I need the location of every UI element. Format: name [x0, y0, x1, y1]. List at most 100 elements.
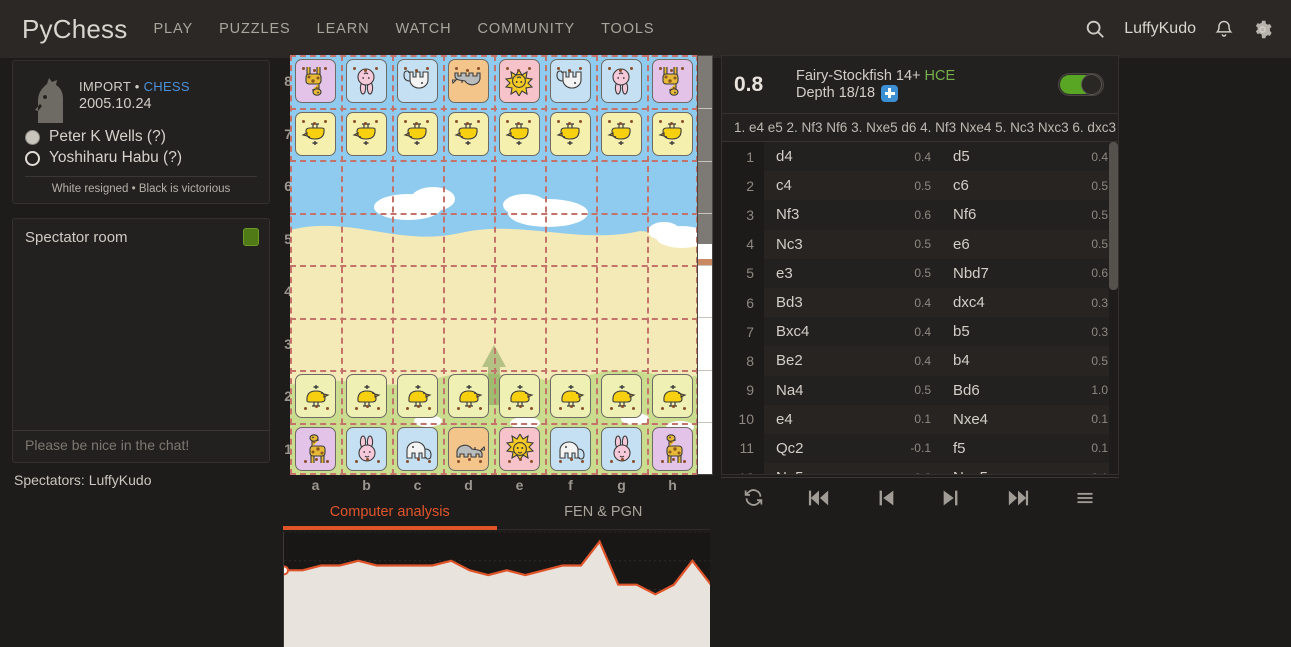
white-move-san[interactable]: Qc2 [776, 440, 804, 457]
white-move-cell[interactable]: Nc3 0.5 [764, 230, 941, 259]
engine-toggle-switch[interactable] [1058, 73, 1104, 96]
square-d2[interactable] [443, 370, 494, 423]
black-pawn-chick-icon[interactable] [346, 111, 387, 156]
white-move-san[interactable]: Nf3 [776, 206, 799, 223]
move-row[interactable]: 9 Na4 0.5 Bd6 1.0 [722, 375, 1118, 405]
black-move-san[interactable]: Nbd7 [953, 265, 989, 282]
square-h8[interactable] [647, 55, 698, 108]
move-row[interactable]: 12 Ne5 0.6Nxe50.1 [722, 463, 1118, 474]
move-row[interactable]: 7 Bxc4 0.4 b5 0.3 [722, 317, 1118, 347]
black-move-san[interactable]: Nf6 [953, 206, 976, 223]
principal-variation-line[interactable]: 1. e4 e5 2. Nf3 Nf6 3. Nxe5 d6 4. Nf3 Nx… [722, 114, 1118, 142]
black-player-row[interactable]: Yoshiharu Habu (?) [25, 149, 257, 167]
black-move-cell[interactable]: e6 0.5 [941, 230, 1118, 259]
white-pawn-chick-icon[interactable] [397, 374, 438, 418]
black-move-san[interactable]: d5 [953, 148, 970, 165]
white-move-cell[interactable]: e4 0.1 [764, 405, 941, 434]
black-move-san[interactable]: b4 [953, 352, 970, 369]
move-row[interactable]: 10 e4 0.1 Nxe4 0.1 [722, 404, 1118, 434]
white-move-cell[interactable]: Qc2 -0.1 [764, 434, 941, 463]
move-row[interactable]: 6 Bd3 0.4 dxc4 0.3 [722, 287, 1118, 318]
last-move-button[interactable] [1006, 487, 1030, 509]
black-move-san[interactable]: Nxe5 [953, 469, 988, 474]
white-move-san[interactable]: e4 [776, 411, 793, 428]
square-b1[interactable] [341, 423, 392, 476]
move-row[interactable]: 3 Nf3 0.6 Nf6 0.5 [722, 200, 1118, 230]
square-b7[interactable] [341, 108, 392, 161]
square-h1[interactable] [647, 423, 698, 476]
black-pawn-chick-icon[interactable] [448, 111, 489, 156]
black-move-cell[interactable]: b5 0.3 [941, 317, 1118, 346]
black-pawn-chick-icon[interactable] [652, 111, 693, 156]
square-e8[interactable] [494, 55, 545, 108]
square-a1[interactable] [290, 423, 341, 476]
black-queen-rhino-icon[interactable] [448, 59, 489, 103]
username-label[interactable]: LuffyKudo [1124, 20, 1196, 38]
evaluation-chart[interactable] [283, 532, 710, 647]
white-pawn-chick-icon[interactable] [652, 374, 693, 418]
black-move-cell[interactable]: Nxe4 0.1 [941, 405, 1118, 434]
white-move-san[interactable]: Bxc4 [776, 323, 809, 340]
white-king-sun-icon[interactable] [499, 426, 540, 471]
black-move-san[interactable]: Nxe4 [953, 411, 988, 428]
move-list-scrollbar[interactable] [1109, 142, 1118, 474]
black-pawn-chick-icon[interactable] [397, 111, 438, 156]
white-move-san[interactable]: Nc3 [776, 236, 803, 253]
white-move-cell[interactable]: Be2 0.4 [764, 346, 941, 375]
white-move-san[interactable]: d4 [776, 148, 793, 165]
black-rook-giraffe-icon[interactable] [652, 59, 693, 103]
black-move-san[interactable]: Bd6 [953, 382, 980, 399]
square-d7[interactable] [443, 108, 494, 161]
plus-badge-icon[interactable] [881, 84, 899, 102]
nav-puzzles[interactable]: PUZZLES [219, 21, 291, 37]
black-move-cell[interactable]: b4 0.5 [941, 346, 1118, 375]
black-move-cell[interactable]: Nf6 0.5 [941, 200, 1118, 229]
white-move-cell[interactable]: Bxc4 0.4 [764, 317, 941, 346]
black-move-cell[interactable]: f5 0.1 [941, 434, 1118, 463]
white-move-san[interactable]: c4 [776, 177, 792, 194]
nav-community[interactable]: COMMUNITY [478, 21, 576, 37]
white-move-san[interactable]: Ne5 [776, 469, 804, 474]
bell-icon[interactable] [1214, 18, 1234, 40]
black-move-cell[interactable]: Nbd7 0.6 [941, 259, 1118, 288]
white-player-row[interactable]: Peter K Wells (?) [25, 128, 257, 146]
square-g2[interactable] [596, 370, 647, 423]
chart-current-marker[interactable] [284, 565, 289, 576]
white-move-san[interactable]: Na4 [776, 382, 804, 399]
square-g7[interactable] [596, 108, 647, 161]
square-b2[interactable] [341, 370, 392, 423]
square-d8[interactable] [443, 55, 494, 108]
menu-button[interactable] [1073, 488, 1097, 508]
square-f7[interactable] [545, 108, 596, 161]
chat-toggle-button[interactable] [243, 228, 259, 246]
black-pawn-chick-icon[interactable] [295, 111, 336, 156]
nav-tools[interactable]: TOOLS [601, 21, 654, 37]
square-b8[interactable] [341, 55, 392, 108]
white-bishop-elephant-icon[interactable] [550, 426, 591, 471]
square-f2[interactable] [545, 370, 596, 423]
move-row[interactable]: 2 c4 0.5 c6 0.5 [722, 171, 1118, 201]
black-knight-rabbit-icon[interactable] [601, 59, 642, 103]
move-row[interactable]: 11 Qc2 -0.1 f5 0.1 [722, 433, 1118, 464]
square-a7[interactable] [290, 108, 341, 161]
brand-logo[interactable]: PyChess [22, 14, 127, 45]
black-move-san[interactable]: b5 [953, 323, 970, 340]
black-knight-rabbit-icon[interactable] [346, 59, 387, 103]
white-bishop-elephant-icon[interactable] [397, 426, 438, 471]
refresh-button[interactable] [743, 487, 764, 508]
white-pawn-chick-icon[interactable] [346, 374, 387, 418]
square-h7[interactable] [647, 108, 698, 161]
white-pawn-chick-icon[interactable] [550, 374, 591, 418]
black-move-cell[interactable]: d5 0.4 [941, 142, 1118, 171]
move-row[interactable]: 1 d4 0.4 d5 0.4 [722, 142, 1118, 172]
move-list[interactable]: 1 d4 0.4 d5 0.4 2 c4 0.5 c6 0.5 3 Nf3 0.6 Nf6 0.5 4 Nc3 0… [722, 142, 1118, 474]
previous-move-button[interactable] [875, 487, 897, 509]
black-rook-giraffe-icon[interactable] [295, 59, 336, 103]
square-g1[interactable] [596, 423, 647, 476]
white-knight-rabbit-icon[interactable] [601, 426, 642, 471]
white-move-cell[interactable]: e3 0.5 [764, 259, 941, 288]
nav-play[interactable]: PLAY [153, 21, 193, 37]
square-e7[interactable] [494, 108, 545, 161]
chat-input[interactable] [25, 437, 259, 453]
game-variant-link[interactable]: CHESS [144, 79, 190, 94]
